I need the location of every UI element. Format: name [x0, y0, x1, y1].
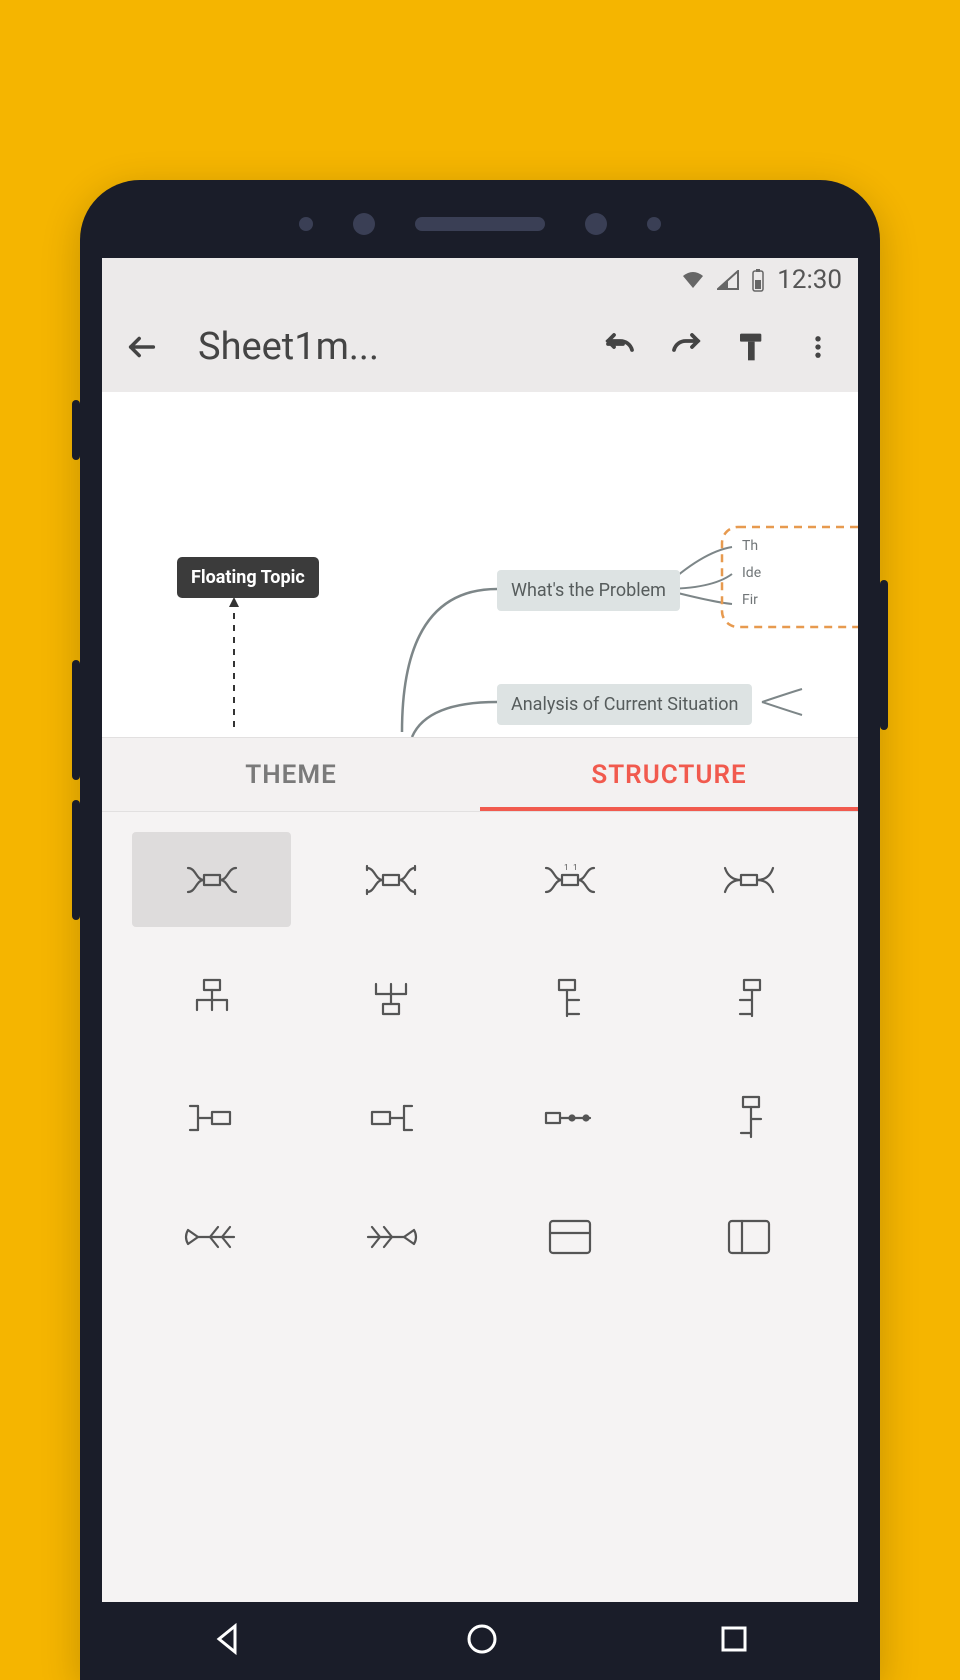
android-navbar [102, 1602, 858, 1680]
mindmap-node-analysis[interactable]: Analysis of Current Situation [497, 684, 752, 725]
structure-tree-right[interactable] [132, 1070, 291, 1165]
mindmap-node-problem[interactable]: What's the Problem [497, 570, 680, 611]
structure-org-down[interactable] [132, 951, 291, 1046]
structure-grid: 11 [132, 832, 828, 1284]
structure-logic-left[interactable] [669, 951, 828, 1046]
screen: 12:30 Sheet1m... [102, 258, 858, 1680]
redo-button[interactable] [666, 327, 706, 367]
status-bar: 12:30 [102, 258, 858, 302]
nav-recent-button[interactable] [719, 1624, 749, 1658]
structure-panel: 11 [102, 812, 858, 1602]
more-button[interactable] [798, 327, 838, 367]
phone-frame: 12:30 Sheet1m... [80, 180, 880, 1680]
svg-text:1: 1 [564, 863, 569, 872]
structure-spreadsheet[interactable] [669, 1189, 828, 1284]
tab-theme[interactable]: THEME [102, 738, 480, 811]
structure-tree-left[interactable] [311, 1070, 470, 1165]
structure-h-spread-down[interactable] [311, 832, 470, 927]
status-time: 12:30 [777, 265, 842, 295]
phone-sensors [299, 213, 661, 235]
phone-volume-down [72, 800, 80, 920]
signal-icon [717, 270, 739, 290]
structure-timeline-vert[interactable] [669, 1070, 828, 1165]
sheet-title[interactable]: Sheet1m... [198, 325, 379, 369]
panel-tabs: THEME STRUCTURE [102, 737, 858, 812]
structure-timeline[interactable] [490, 1070, 649, 1165]
battery-icon [751, 268, 765, 292]
structure-org-up[interactable] [311, 951, 470, 1046]
structure-fishbone-right[interactable] [311, 1189, 470, 1284]
back-button[interactable] [122, 327, 162, 367]
format-button[interactable] [732, 327, 772, 367]
structure-h-spread[interactable] [132, 832, 291, 927]
app-toolbar: Sheet1m... [102, 302, 858, 392]
structure-matrix[interactable] [490, 1189, 649, 1284]
clipped-text-2: Ide [742, 565, 761, 581]
floating-topic-node[interactable]: Floating Topic [177, 557, 319, 598]
nav-back-button[interactable] [211, 1622, 245, 1660]
nav-home-button[interactable] [464, 1621, 500, 1661]
mindmap-canvas[interactable]: Floating Topic What's the Problem Analys… [102, 392, 858, 737]
undo-button[interactable] [600, 327, 640, 367]
structure-fishbone-left[interactable] [132, 1189, 291, 1284]
svg-text:1: 1 [573, 863, 578, 872]
phone-power-button [880, 580, 888, 730]
clipped-text-3: Fir [742, 592, 758, 608]
phone-side-button [72, 400, 80, 460]
phone-volume-up [72, 660, 80, 780]
clipped-text-1: Th [742, 538, 758, 554]
structure-h-spread-smooth[interactable] [669, 832, 828, 927]
structure-h-spread-num[interactable]: 11 [490, 832, 649, 927]
structure-logic-right[interactable] [490, 951, 649, 1046]
tab-structure[interactable]: STRUCTURE [480, 738, 858, 811]
wifi-icon [681, 270, 705, 290]
